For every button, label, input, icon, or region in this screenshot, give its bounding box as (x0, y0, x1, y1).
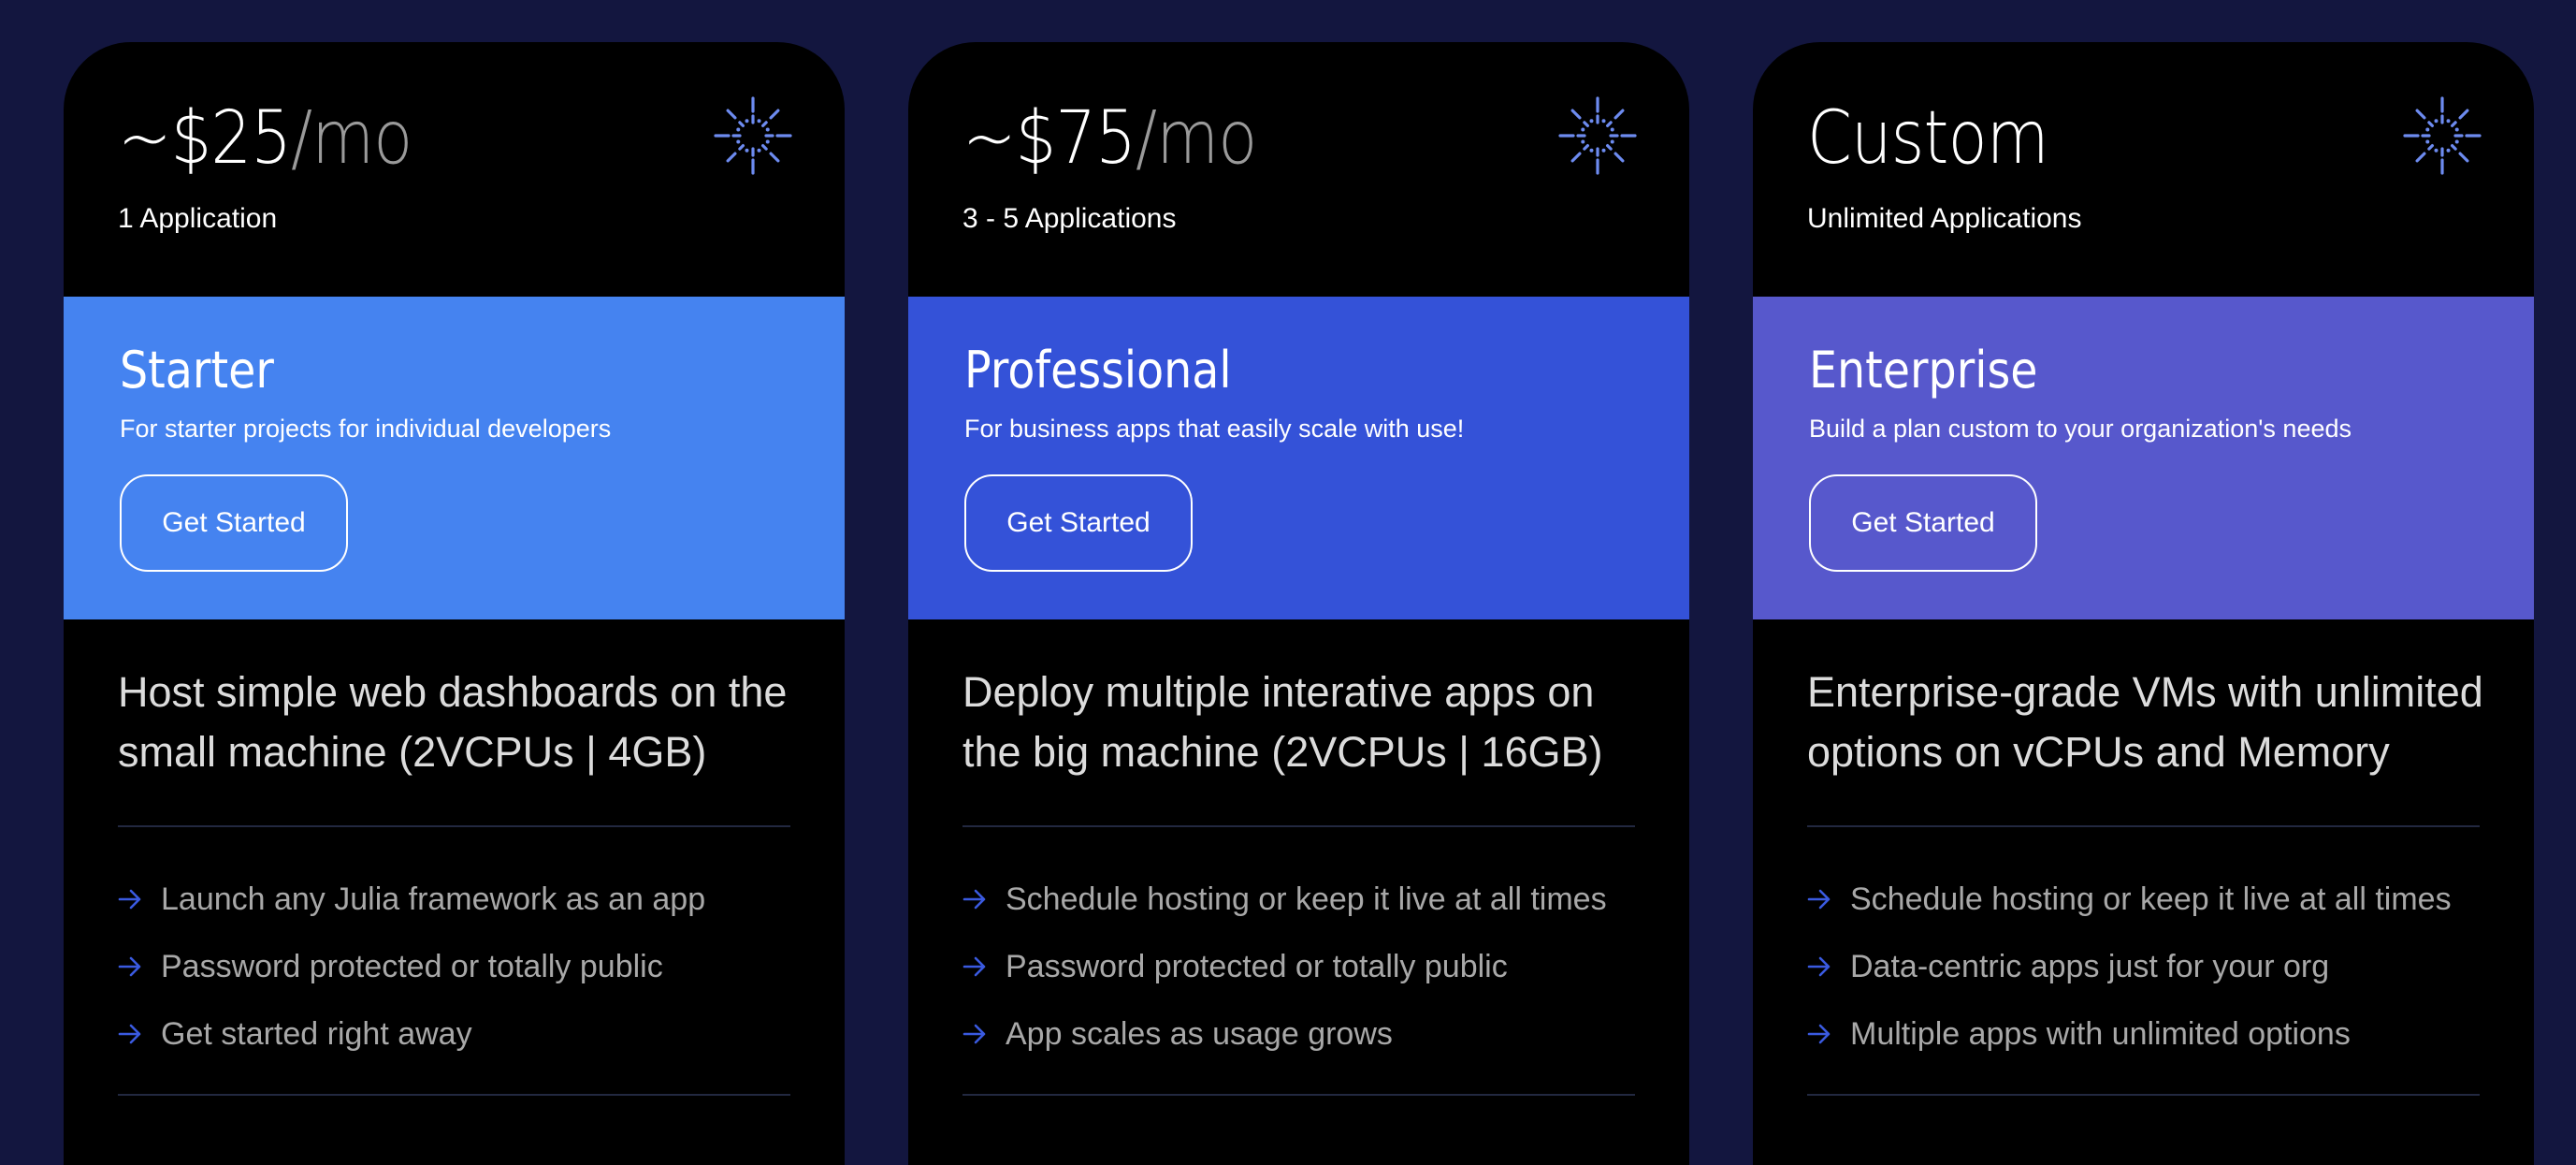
feature-text: Password protected or totally public (1006, 948, 1508, 984)
plan-name: Enterprise (1809, 341, 2038, 400)
plan-price: ~$25/mo (118, 102, 412, 175)
arrow-right-icon (118, 889, 141, 910)
feature-text: App scales as usage grows (1006, 1015, 1393, 1052)
plan-card-enterprise: Custom Unlimited Applications Enterprise… (1753, 42, 2534, 1165)
feature-list: Schedule hosting or keep it live at all … (1807, 866, 2452, 1068)
plan-app-count: Unlimited Applications (1807, 203, 2082, 234)
plan-name: Professional (964, 341, 1232, 400)
feature-list: Schedule hosting or keep it live at all … (962, 866, 1607, 1068)
plan-band: Starter For starter projects for individ… (64, 297, 845, 619)
feature-text: Launch any Julia framework as an app (161, 881, 706, 917)
starburst-icon (1558, 96, 1637, 175)
feature-item: Schedule hosting or keep it live at all … (962, 866, 1607, 933)
plan-description: For business apps that easily scale with… (964, 415, 1465, 443)
price-amount: Custom (1807, 96, 2049, 181)
divider (1807, 825, 2480, 827)
price-amount: ~$25 (118, 96, 292, 181)
plan-app-count: 1 Application (118, 203, 278, 234)
get-started-button[interactable]: Get Started (1809, 474, 2037, 572)
plan-summary: Deploy multiple interative apps on the b… (962, 668, 1603, 776)
divider (962, 1094, 1635, 1096)
divider (118, 825, 790, 827)
divider (1807, 1094, 2480, 1096)
arrow-right-icon (118, 956, 141, 977)
feature-text: Multiple apps with unlimited options (1850, 1015, 2351, 1052)
arrow-right-icon (1807, 1024, 1831, 1044)
get-started-button[interactable]: Get Started (120, 474, 348, 572)
plan-band: Professional For business apps that easi… (908, 297, 1689, 619)
feature-text: Schedule hosting or keep it live at all … (1006, 881, 1607, 917)
feature-item: Multiple apps with unlimited options (1807, 1000, 2452, 1068)
feature-list: Launch any Julia framework as an app Pas… (118, 866, 705, 1068)
plan-card-starter: ~$25/mo 1 Application Starter For starte… (64, 42, 845, 1165)
plan-card-professional: ~$75/mo 3 - 5 Applications Professional … (908, 42, 1689, 1165)
price-unit: /mo (291, 96, 412, 181)
plan-price: Custom (1807, 102, 2049, 175)
plan-summary: Host simple web dashboards on the small … (118, 668, 788, 776)
divider (118, 1094, 790, 1096)
get-started-button[interactable]: Get Started (964, 474, 1193, 572)
feature-text: Get started right away (161, 1015, 472, 1052)
feature-item: Launch any Julia framework as an app (118, 866, 705, 933)
plan-summary: Enterprise-grade VMs with unlimited opti… (1807, 668, 2483, 776)
divider (962, 825, 1635, 827)
feature-item: Data-centric apps just for your org (1807, 933, 2452, 1000)
arrow-right-icon (962, 956, 986, 977)
arrow-right-icon (1807, 889, 1831, 910)
feature-text: Password protected or totally public (161, 948, 663, 984)
plan-header: ~$25/mo 1 Application (64, 42, 845, 297)
arrow-right-icon (1807, 956, 1831, 977)
feature-text: Schedule hosting or keep it live at all … (1850, 881, 2452, 917)
feature-item: Password protected or totally public (962, 933, 1607, 1000)
plan-description: For starter projects for individual deve… (120, 415, 612, 443)
feature-item: App scales as usage grows (962, 1000, 1607, 1068)
plan-description: Build a plan custom to your organization… (1809, 415, 2352, 443)
plan-name: Starter (120, 341, 274, 400)
plan-header: ~$75/mo 3 - 5 Applications (908, 42, 1689, 297)
feature-item: Schedule hosting or keep it live at all … (1807, 866, 2452, 933)
plan-band: Enterprise Build a plan custom to your o… (1753, 297, 2534, 619)
feature-text: Data-centric apps just for your org (1850, 948, 2330, 984)
arrow-right-icon (118, 1024, 141, 1044)
plan-app-count: 3 - 5 Applications (962, 203, 1177, 234)
plan-price: ~$75/mo (962, 102, 1257, 175)
feature-item: Password protected or totally public (118, 933, 705, 1000)
arrow-right-icon (962, 1024, 986, 1044)
price-amount: ~$75 (962, 96, 1136, 181)
price-unit: /mo (1136, 96, 1257, 181)
starburst-icon (2403, 96, 2482, 175)
feature-item: Get started right away (118, 1000, 705, 1068)
starburst-icon (714, 96, 792, 175)
plan-header: Custom Unlimited Applications (1753, 42, 2534, 297)
arrow-right-icon (962, 889, 986, 910)
